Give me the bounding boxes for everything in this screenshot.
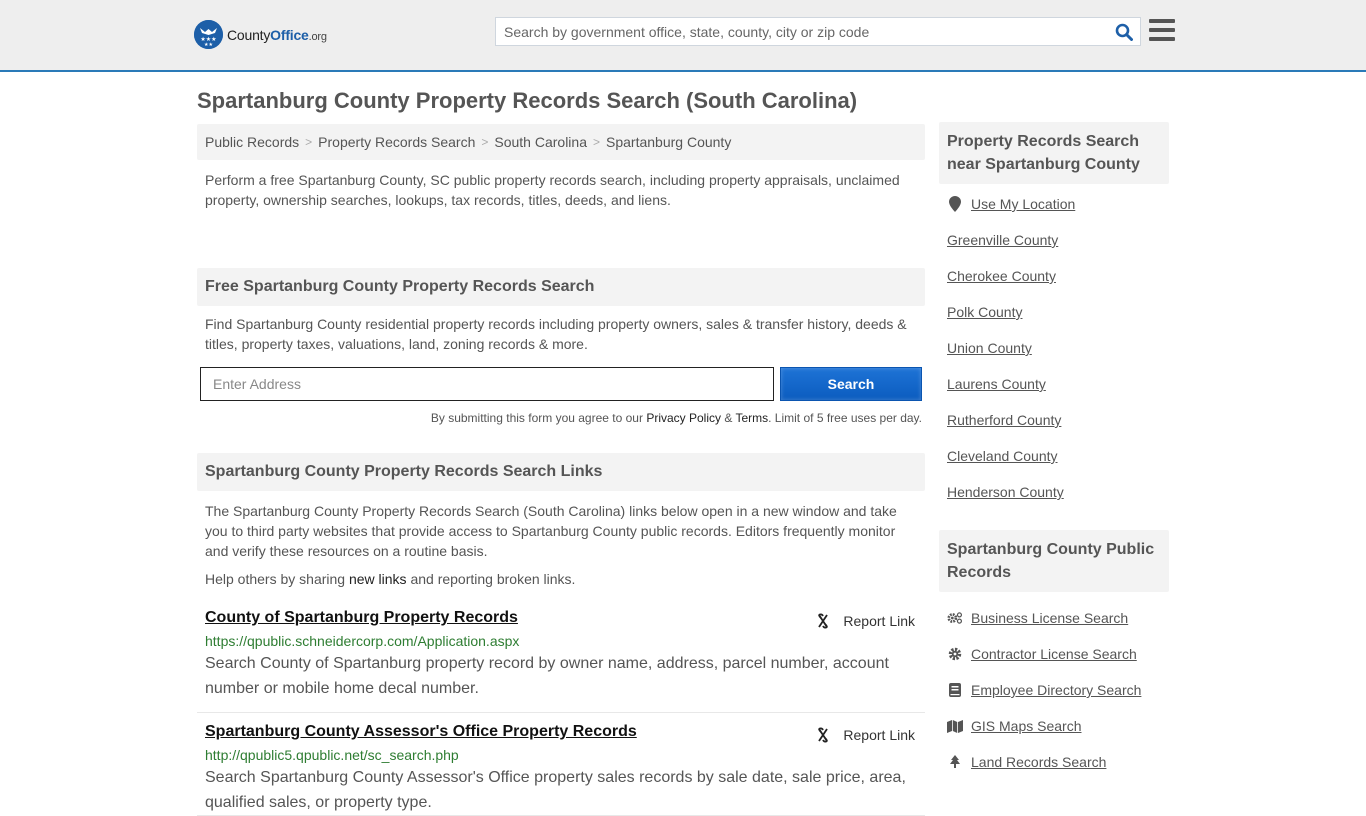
- public-records-list: Business License Search Contractor Licen…: [939, 592, 1169, 780]
- record-description: Search County of Spartanburg property re…: [205, 655, 889, 697]
- map-marker-icon: [947, 196, 963, 212]
- breadcrumb-public-records[interactable]: Public Records: [205, 134, 299, 150]
- breadcrumb-separator: >: [593, 135, 601, 149]
- site-logo[interactable]: ★★★ ★★ CountyOffice.org: [194, 20, 327, 49]
- nearby-county-item: Rutherford County: [947, 402, 1161, 438]
- record-title-link[interactable]: County of Spartanburg Property Records: [205, 609, 518, 627]
- public-record-item: Land Records Search: [947, 744, 1161, 780]
- public-record-link[interactable]: GIS Maps Search: [971, 718, 1082, 734]
- record-item: Spartanburg County Assessor's Office Pro…: [197, 713, 925, 816]
- svg-text:★★: ★★: [204, 42, 213, 48]
- address-input[interactable]: [200, 367, 774, 401]
- new-links-link[interactable]: new links: [349, 571, 407, 587]
- public-record-item: Business License Search: [947, 600, 1161, 636]
- public-record-item: GIS Maps Search: [947, 708, 1161, 744]
- record-title-link[interactable]: Spartanburg County Assessor's Office Pro…: [205, 723, 637, 741]
- privacy-policy-link[interactable]: Privacy Policy: [646, 411, 721, 425]
- form-disclaimer: By submitting this form you agree to our…: [197, 411, 925, 425]
- record-url: http://qpublic5.qpublic.net/sc_search.ph…: [205, 747, 459, 763]
- nearby-county-item: Cherokee County: [947, 258, 1161, 294]
- record-item: County of Spartanburg Property Records R…: [197, 609, 925, 713]
- record-url: https://qpublic.schneidercorp.com/Applic…: [205, 633, 520, 649]
- nearby-county-item: Henderson County: [947, 474, 1161, 510]
- help-prefix: Help others by sharing: [205, 571, 349, 587]
- public-record-link[interactable]: Employee Directory Search: [971, 682, 1141, 698]
- breadcrumb-property-records-search[interactable]: Property Records Search: [318, 134, 475, 150]
- public-record-link[interactable]: Business License Search: [971, 610, 1128, 626]
- public-record-item: Employee Directory Search: [947, 672, 1161, 708]
- help-suffix: and reporting broken links.: [406, 571, 576, 587]
- broken-link-icon: [818, 727, 829, 743]
- address-search-button[interactable]: Search: [780, 367, 922, 401]
- terms-link[interactable]: Terms: [735, 411, 768, 425]
- nearby-list: Use My Location Greenville County Cherok…: [939, 184, 1169, 510]
- search-icon: [1115, 23, 1133, 41]
- help-text: Help others by sharing new links and rep…: [197, 561, 925, 587]
- public-record-item: Contractor License Search: [947, 636, 1161, 672]
- links-section-heading: Spartanburg County Property Records Sear…: [197, 453, 925, 491]
- site-header: ★★★ ★★ CountyOffice.org: [0, 0, 1366, 72]
- nearby-county-link[interactable]: Henderson County: [947, 484, 1064, 500]
- nearby-county-item: Laurens County: [947, 366, 1161, 402]
- search-button[interactable]: [1108, 18, 1140, 45]
- breadcrumb-separator: >: [481, 135, 489, 149]
- free-search-description: Find Spartanburg County residential prop…: [205, 316, 907, 352]
- hamburger-menu-icon[interactable]: [1149, 19, 1175, 43]
- site-search-input[interactable]: [496, 18, 1108, 45]
- logo-emblem-icon: ★★★ ★★: [194, 20, 223, 49]
- book-icon: [947, 683, 963, 697]
- links-section-description: The Spartanburg County Property Records …: [205, 503, 897, 559]
- disclaimer-amp: &: [721, 411, 736, 425]
- disclaimer-suffix: . Limit of 5 free uses per day.: [768, 411, 922, 425]
- gear-icon: [947, 647, 963, 661]
- nearby-county-link[interactable]: Greenville County: [947, 232, 1058, 248]
- main-content: Public Records > Property Records Search…: [197, 124, 925, 816]
- links-section: Spartanburg County Property Records Sear…: [197, 453, 925, 816]
- nearby-county-link[interactable]: Cleveland County: [947, 448, 1058, 464]
- public-records-heading: Spartanburg County Public Records: [939, 530, 1169, 592]
- report-link-label: Report Link: [843, 727, 915, 743]
- breadcrumb-spartanburg-county[interactable]: Spartanburg County: [606, 134, 731, 150]
- record-description: Search Spartanburg County Assessor's Off…: [205, 769, 906, 811]
- tree-icon: [947, 755, 963, 769]
- nearby-county-link[interactable]: Rutherford County: [947, 412, 1061, 428]
- nearby-county-link[interactable]: Union County: [947, 340, 1032, 356]
- nearby-heading: Property Records Search near Spartanburg…: [939, 122, 1169, 184]
- intro-text: Perform a free Spartanburg County, SC pu…: [205, 172, 900, 208]
- nearby-county-item: Polk County: [947, 294, 1161, 330]
- public-record-link[interactable]: Contractor License Search: [971, 646, 1137, 662]
- nearby-county-link[interactable]: Polk County: [947, 304, 1022, 320]
- report-link-label: Report Link: [843, 613, 915, 629]
- broken-link-icon: [818, 613, 829, 629]
- use-my-location-item: Use My Location: [947, 186, 1161, 222]
- nearby-county-item: Cleveland County: [947, 438, 1161, 474]
- nearby-county-item: Greenville County: [947, 222, 1161, 258]
- logo-text: CountyOffice.org: [227, 26, 327, 43]
- nearby-county-link[interactable]: Cherokee County: [947, 268, 1056, 284]
- breadcrumb: Public Records > Property Records Search…: [197, 124, 925, 160]
- disclaimer-text: By submitting this form you agree to our: [430, 411, 647, 425]
- sidebar: Property Records Search near Spartanburg…: [939, 122, 1169, 780]
- report-link-button[interactable]: Report Link: [815, 613, 915, 629]
- page-title: Spartanburg County Property Records Sear…: [197, 88, 858, 113]
- free-search-heading: Free Spartanburg County Property Records…: [197, 268, 925, 306]
- use-my-location-link[interactable]: Use My Location: [971, 196, 1075, 212]
- breadcrumb-south-carolina[interactable]: South Carolina: [494, 134, 587, 150]
- nearby-county-item: Union County: [947, 330, 1161, 366]
- address-search-form: Search: [197, 367, 925, 401]
- nearby-county-link[interactable]: Laurens County: [947, 376, 1046, 392]
- map-icon: [947, 719, 963, 733]
- breadcrumb-separator: >: [305, 135, 313, 149]
- cogs-icon: [947, 611, 963, 625]
- report-link-button[interactable]: Report Link: [815, 727, 915, 743]
- site-search: [495, 17, 1141, 46]
